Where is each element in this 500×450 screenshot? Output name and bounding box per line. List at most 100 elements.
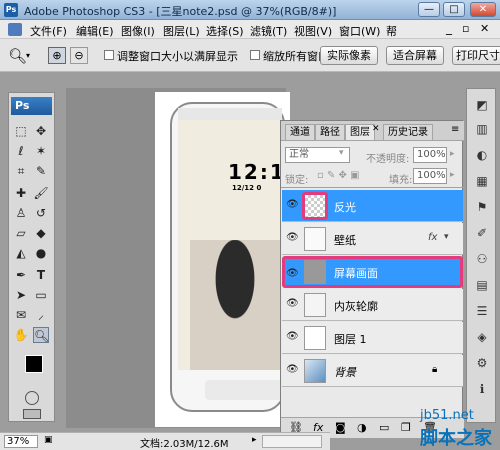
color-icon[interactable]: ◐ <box>471 145 493 165</box>
layer-row-layer1[interactable]: 👁︎ 图层 1 <box>282 322 463 354</box>
shape-tool-icon[interactable]: ▭ <box>33 287 49 303</box>
panel-menu-icon[interactable]: ≡ <box>451 124 459 135</box>
doc-close-button[interactable]: ✕ <box>480 22 489 35</box>
blur-tool-icon[interactable]: ◭ <box>13 245 29 261</box>
menu-window[interactable]: 窗口(W) <box>339 23 380 39</box>
actions-icon[interactable]: ⚙ <box>471 353 493 373</box>
tab-channels[interactable]: 通道 <box>285 124 315 140</box>
doc-restore-button[interactable]: ▫ <box>462 22 469 35</box>
visibility-eye-icon[interactable]: 👁︎ <box>286 268 299 280</box>
quick-mask-icon[interactable] <box>25 391 39 405</box>
crop-tool-icon[interactable]: ⌗ <box>13 163 29 179</box>
visibility-eye-icon[interactable]: 👁︎ <box>286 364 299 376</box>
history-brush-icon[interactable]: ↺ <box>33 205 49 221</box>
print-size-button[interactable]: 打印尺寸 <box>452 46 500 65</box>
pen-tool-icon[interactable]: ✒ <box>13 267 29 283</box>
marquee-tool-icon[interactable]: ⬚ <box>13 123 29 139</box>
lock-icons[interactable]: ▫ ✎ ✥ ▣ <box>317 170 360 181</box>
clone-source-icon[interactable]: ⚇ <box>471 249 493 269</box>
tab-paths[interactable]: 路径 <box>315 124 345 140</box>
layer-name: 屏幕画面 <box>334 267 378 280</box>
layer-row-screen[interactable]: 👁︎ 屏幕画面 <box>282 256 463 288</box>
zoom-in-icon[interactable]: ⊕ <box>48 47 66 64</box>
menu-help[interactable]: 帮 <box>386 23 397 39</box>
new-group-icon[interactable]: ▭ <box>379 421 389 434</box>
adjustment-layer-icon[interactable]: ◑ <box>357 421 367 434</box>
tab-history[interactable]: 历史记录 <box>383 124 433 140</box>
fit-screen-button[interactable]: 适合屏幕 <box>386 46 444 65</box>
opacity-chevron-icon[interactable]: ▸ <box>450 149 455 159</box>
horizontal-scrollbar[interactable] <box>262 435 322 448</box>
minimize-button[interactable]: — <box>418 2 440 17</box>
zoom-tool-icon[interactable]: 🔍︎ <box>8 47 27 65</box>
doc-minimize-button[interactable]: _ <box>446 21 452 35</box>
tool-preset-dropdown[interactable]: ▾ <box>26 51 30 60</box>
zoom-all-checkbox[interactable] <box>250 50 260 60</box>
zoom-out-icon[interactable]: ⊖ <box>70 47 88 64</box>
menu-edit[interactable]: 编辑(E) <box>76 23 114 39</box>
resize-windows-checkbox[interactable] <box>104 50 114 60</box>
move-tool-icon[interactable]: ✥ <box>33 123 49 139</box>
menu-layer[interactable]: 图层(L) <box>163 23 200 39</box>
layer-row-reflection[interactable]: 👁︎ 反光 <box>282 190 463 222</box>
layer-row-background[interactable]: 👁︎ 背景 🔒︎ <box>282 355 463 387</box>
eyedropper-icon[interactable]: ✎ <box>33 163 49 179</box>
new-layer-icon[interactable]: ❐ <box>401 421 411 434</box>
visibility-eye-icon[interactable]: 👁︎ <box>286 331 299 343</box>
visibility-eye-icon[interactable]: 👁︎ <box>286 199 299 211</box>
layer-thumbnail <box>304 293 326 317</box>
menu-image[interactable]: 图像(I) <box>121 23 155 39</box>
zoom-tool-button-icon[interactable]: 🔍︎ <box>33 327 49 343</box>
fx-expand-icon[interactable]: ▾ <box>444 232 449 242</box>
dodge-tool-icon[interactable]: ● <box>33 245 49 261</box>
status-menu-icon[interactable]: ▣ <box>44 435 58 448</box>
eraser-tool-icon[interactable]: ▱ <box>13 225 29 241</box>
path-select-icon[interactable]: ➤ <box>13 287 29 303</box>
doc-icon[interactable] <box>8 23 22 36</box>
layer-comps-icon[interactable]: ☰ <box>471 301 493 321</box>
styles-icon[interactable]: ⚑ <box>471 197 493 217</box>
photoshop-app-icon: Ps <box>4 3 18 17</box>
notes-tool-icon[interactable]: ✉ <box>13 307 29 323</box>
swatches-icon[interactable]: ▦ <box>471 171 493 191</box>
brush-tool-icon[interactable]: 🖌︎ <box>33 185 49 201</box>
actual-pixels-button[interactable]: 实际像素 <box>320 46 378 65</box>
visibility-eye-icon[interactable]: 👁︎ <box>286 298 299 310</box>
magic-wand-icon[interactable]: ✶ <box>33 143 49 159</box>
maximize-button[interactable]: □ <box>443 2 465 17</box>
layer-row-inner-outline[interactable]: 👁︎ 内灰轮廓 <box>282 289 463 321</box>
visibility-eye-icon[interactable]: 👁︎ <box>286 232 299 244</box>
info-icon[interactable]: ℹ <box>471 379 493 399</box>
foreground-color-swatch[interactable] <box>25 355 43 373</box>
menu-select[interactable]: 选择(S) <box>206 23 244 39</box>
fx-badge[interactable]: fx <box>428 232 437 243</box>
fill-chevron-icon[interactable]: ▸ <box>450 170 455 180</box>
tab-close-icon[interactable]: ✕ <box>372 124 380 134</box>
status-arrow-icon[interactable]: ▸ <box>252 435 257 445</box>
watermark-name: 脚本之家 <box>420 428 492 449</box>
histogram-icon[interactable]: ▥ <box>471 119 493 139</box>
opacity-field[interactable]: 100% <box>413 147 447 163</box>
menu-view[interactable]: 视图(V) <box>294 23 332 39</box>
clone-stamp-icon[interactable]: ♙ <box>13 205 29 221</box>
fill-field[interactable]: 100% <box>413 168 447 184</box>
eyedropper2-icon[interactable]: ⸝ <box>33 307 49 323</box>
layer-row-wallpaper[interactable]: 👁︎ 壁纸 fx ▾ <box>282 223 463 255</box>
add-mask-icon[interactable]: ◙ <box>335 421 346 434</box>
menu-filter[interactable]: 滤镜(T) <box>250 23 287 39</box>
healing-brush-icon[interactable]: ✚ <box>13 185 29 201</box>
tab-layers[interactable]: 图层 <box>345 124 375 140</box>
type-tool-icon[interactable]: T <box>33 267 49 283</box>
bucket-tool-icon[interactable]: ◆ <box>33 225 49 241</box>
navigator-icon[interactable]: ◩ <box>471 95 493 115</box>
brushes-icon[interactable]: ✐ <box>471 223 493 243</box>
menu-file[interactable]: 文件(F) <box>30 23 67 39</box>
screen-mode-icon[interactable] <box>23 409 41 419</box>
hand-tool-icon[interactable]: ✋ <box>13 327 29 343</box>
lasso-tool-icon[interactable]: ℓ <box>13 143 29 159</box>
layers-panel-icon[interactable]: ◈ <box>471 327 493 347</box>
blend-mode-chevron-icon[interactable]: ▾ <box>339 148 344 158</box>
tool-presets-icon[interactable]: ▤ <box>471 275 493 295</box>
zoom-level-field[interactable]: 37% <box>4 435 38 448</box>
close-button[interactable]: ✕ <box>470 2 496 17</box>
